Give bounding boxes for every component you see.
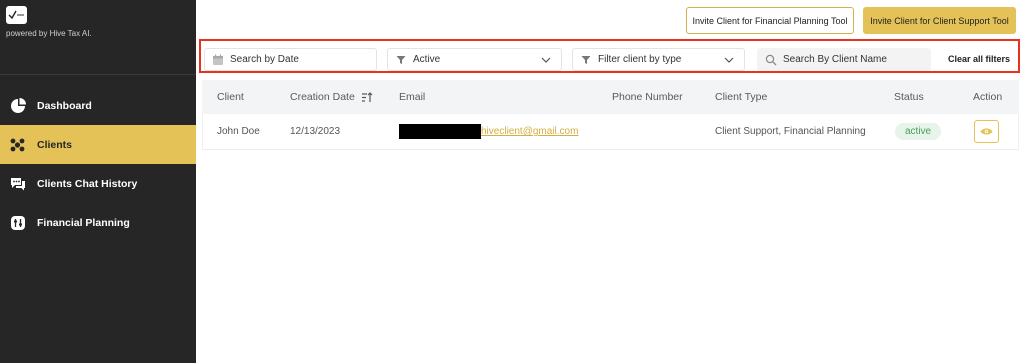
- pie-chart-icon: [9, 97, 26, 114]
- hive-logo: [6, 6, 27, 24]
- filter-bar: Search by Date Active Filter client by t…: [199, 39, 1020, 73]
- sidebar-item-label: Clients Chat History: [37, 177, 138, 190]
- client-type-filter-select[interactable]: Filter client by type: [572, 48, 745, 71]
- sidebar-item-label: Clients: [37, 138, 73, 151]
- email-link[interactable]: hiveclient@gmail.com: [481, 126, 578, 137]
- client-name-cell: John Doe: [217, 126, 260, 137]
- invite-client-support-button[interactable]: Invite Client for Client Support Tool: [863, 7, 1016, 34]
- sort-ascending-icon[interactable]: [361, 91, 373, 103]
- sidebar-item-financial-planning[interactable]: Financial Planning: [0, 203, 196, 242]
- column-header-status[interactable]: Status: [894, 80, 924, 114]
- date-filter-placeholder: Search by Date: [230, 54, 299, 65]
- email-cell: hiveclient@gmail.com: [399, 114, 578, 149]
- status-cell: active: [895, 114, 942, 149]
- filter-icon: [395, 54, 407, 66]
- powered-by-text: powered by Hive Tax AI.: [6, 29, 92, 38]
- column-header-label: Creation Date: [290, 91, 355, 103]
- eye-icon: [980, 128, 993, 135]
- users-icon: [9, 136, 26, 153]
- action-cell: [974, 114, 999, 149]
- status-filter-select[interactable]: Active: [387, 48, 562, 71]
- column-header-client[interactable]: Client: [217, 80, 244, 114]
- date-filter-input[interactable]: Search by Date: [204, 48, 377, 71]
- client-name-search-placeholder: Search By Client Name: [783, 54, 887, 65]
- chat-icon: [9, 175, 26, 192]
- redaction-bar: [399, 124, 481, 139]
- table-header: Client Creation Date Email Phone Number …: [202, 80, 1019, 114]
- sliders-icon: [9, 214, 26, 231]
- client-type-filter-placeholder: Filter client by type: [598, 54, 682, 65]
- clear-all-filters-button[interactable]: Clear all filters: [948, 54, 1010, 64]
- app-root: powered by Hive Tax AI. Dashboard Client…: [0, 0, 1024, 363]
- column-header-action: Action: [973, 91, 1003, 103]
- client-type-cell: Client Support, Financial Planning: [715, 126, 866, 137]
- status-badge: active: [895, 123, 942, 140]
- invite-financial-planning-button[interactable]: Invite Client for Financial Planning Too…: [686, 7, 854, 34]
- view-client-button[interactable]: [974, 120, 999, 143]
- sidebar-divider: [0, 74, 196, 75]
- sidebar-item-label: Dashboard: [37, 99, 92, 112]
- chevron-down-icon: [540, 57, 552, 63]
- table-row: John Doe 12/13/2023 hiveclient@gmail.com…: [202, 114, 1019, 150]
- calendar-icon: [212, 54, 224, 66]
- sidebar-item-dashboard[interactable]: Dashboard: [0, 86, 196, 125]
- sidebar-item-chat-history[interactable]: Clients Chat History: [0, 164, 196, 203]
- sidebar-nav: Dashboard Clients Clients Chat History F…: [0, 86, 196, 242]
- client-name-search-input[interactable]: Search By Client Name: [757, 48, 931, 71]
- status-filter-value: Active: [413, 54, 441, 65]
- clients-table: Client Creation Date Email Phone Number …: [202, 80, 1019, 150]
- filter-icon: [580, 54, 592, 66]
- search-icon: [765, 54, 777, 66]
- creation-date-cell: 12/13/2023: [290, 126, 341, 137]
- sidebar-item-clients[interactable]: Clients: [0, 125, 196, 164]
- sidebar-item-label: Financial Planning: [37, 216, 130, 229]
- column-header-client-type[interactable]: Client Type: [715, 80, 767, 114]
- column-header-phone[interactable]: Phone Number: [612, 80, 683, 114]
- chevron-down-icon: [723, 57, 735, 63]
- column-header-email[interactable]: Email: [399, 80, 425, 114]
- column-header-creation-date[interactable]: Creation Date: [290, 80, 373, 114]
- sidebar: powered by Hive Tax AI. Dashboard Client…: [0, 0, 196, 363]
- main-content: Invite Client for Financial Planning Too…: [197, 0, 1024, 363]
